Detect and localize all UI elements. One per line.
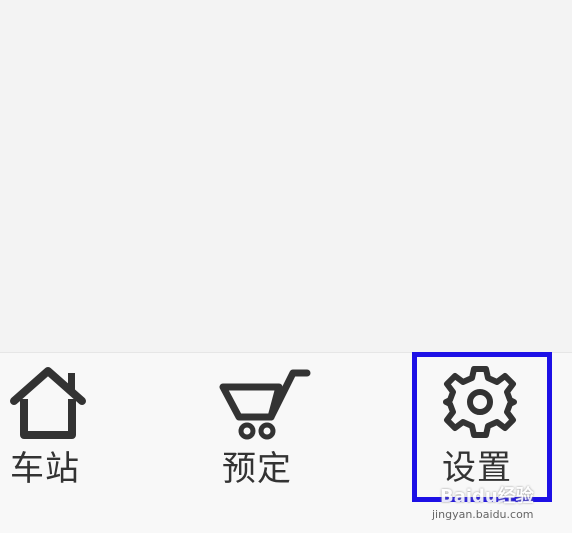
nav-item-station[interactable]: 车站 — [0, 353, 110, 503]
nav-item-settings[interactable]: 设置 — [415, 352, 546, 502]
nav-label-book: 预定 — [222, 449, 292, 489]
watermark-logo: Baidu经验 — [440, 486, 534, 507]
home-icon — [10, 367, 86, 439]
shopping-cart-icon — [219, 369, 311, 440]
watermark: Baidu经验 jingyan.baidu.com — [432, 482, 572, 532]
watermark-url: jingyan.baidu.com — [432, 508, 534, 521]
nav-label-station: 车站 — [10, 449, 80, 489]
nav-item-book[interactable]: 预定 — [205, 353, 325, 503]
gear-icon — [443, 366, 517, 438]
content-area — [0, 0, 572, 352]
